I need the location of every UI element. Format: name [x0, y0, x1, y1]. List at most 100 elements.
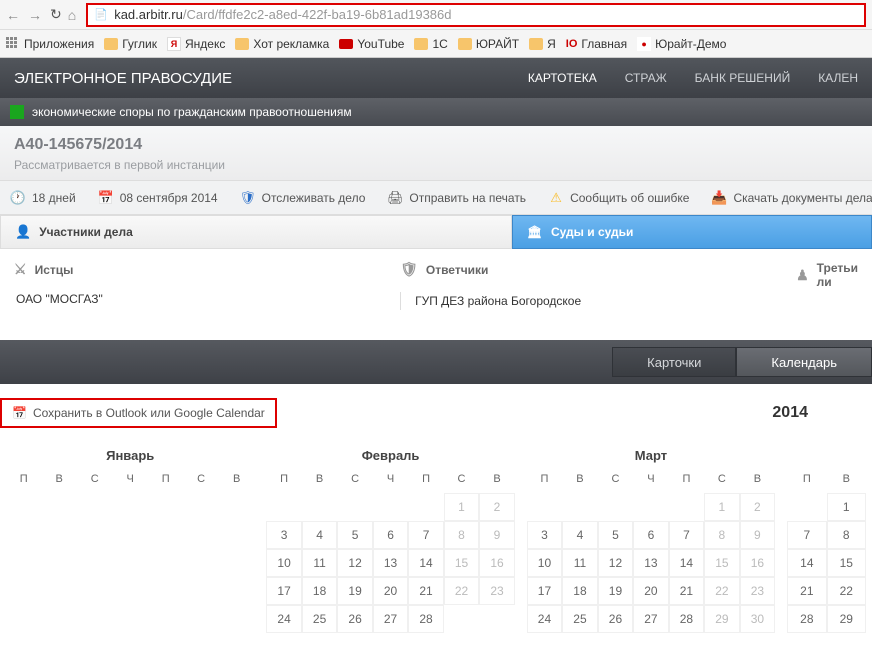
day-cell[interactable]: 17 [527, 577, 562, 605]
day-cell[interactable]: 24 [527, 605, 562, 633]
day-cell[interactable]: 3 [266, 521, 301, 549]
day-cell[interactable]: 9 [740, 521, 775, 549]
day-cell[interactable]: 24 [266, 605, 301, 633]
bookmark-yandex[interactable]: ЯЯндекс [167, 37, 225, 51]
day-cell[interactable]: 6 [633, 521, 668, 549]
bookmark-ya[interactable]: Я [529, 37, 556, 51]
day-cell[interactable]: 4 [562, 521, 597, 549]
day-cell[interactable]: 9 [479, 521, 514, 549]
bookmark-1c[interactable]: 1С [414, 37, 447, 51]
day-cell[interactable]: 22 [444, 577, 479, 605]
day-cell[interactable]: 28 [408, 605, 443, 633]
day-cell[interactable]: 19 [337, 577, 372, 605]
menu-bank[interactable]: БАНК РЕШЕНИЙ [695, 71, 791, 85]
action-print[interactable]: 🖨Отправить на печать [387, 190, 526, 206]
action-error[interactable]: ⚠Сообщить об ошибке [548, 190, 689, 206]
day-cell[interactable]: 15 [704, 549, 739, 577]
address-bar[interactable]: 📄 kad.arbitr.ru/Card/ffdfe2c2-a8ed-422f-… [86, 3, 866, 27]
day-cell[interactable]: 7 [669, 521, 704, 549]
day-cell[interactable]: 26 [337, 605, 372, 633]
day-cell[interactable]: 5 [598, 521, 633, 549]
day-cell[interactable]: 7 [408, 521, 443, 549]
day-cell [112, 605, 147, 633]
day-cell[interactable]: 25 [302, 605, 337, 633]
day-cell[interactable]: 8 [704, 521, 739, 549]
bookmark-main[interactable]: IOГлавная [566, 37, 627, 51]
bookmark-urait-demo[interactable]: ●Юрайт-Демо [637, 37, 726, 51]
day-cell[interactable]: 15 [444, 549, 479, 577]
day-cell[interactable]: 23 [479, 577, 514, 605]
bookmark-youtube[interactable]: YouTube [339, 37, 404, 51]
action-download[interactable]: 📥Скачать документы дела [711, 190, 872, 206]
day-cell[interactable]: 13 [373, 549, 408, 577]
day-cell[interactable]: 3 [527, 521, 562, 549]
day-cell[interactable]: 20 [373, 577, 408, 605]
day-cell[interactable]: 21 [787, 577, 826, 605]
day-cell[interactable]: 25 [562, 605, 597, 633]
day-cell[interactable]: 30 [740, 605, 775, 633]
day-cell[interactable]: 4 [302, 521, 337, 549]
day-cell[interactable]: 17 [266, 577, 301, 605]
day-cell[interactable]: 28 [787, 605, 826, 633]
day-cell[interactable]: 11 [562, 549, 597, 577]
day-cell[interactable]: 14 [669, 549, 704, 577]
defendant-name[interactable]: ГУП ДЕЗ района Богородское [400, 292, 768, 310]
day-cell[interactable]: 12 [598, 549, 633, 577]
day-cell[interactable]: 11 [302, 549, 337, 577]
tab-courts[interactable]: 🏛 Суды и судьи [512, 215, 872, 249]
action-track[interactable]: 🛡Отслеживать дело [240, 190, 366, 206]
day-cell[interactable]: 2 [479, 493, 514, 521]
day-cell[interactable]: 29 [827, 605, 866, 633]
day-cell[interactable]: 27 [633, 605, 668, 633]
viewtab-calendar[interactable]: Календарь [736, 347, 872, 377]
day-cell[interactable]: 1 [704, 493, 739, 521]
bookmark-hot[interactable]: Хот рекламка [235, 37, 329, 51]
day-cell[interactable]: 23 [740, 577, 775, 605]
day-cell[interactable]: 26 [598, 605, 633, 633]
day-cell [6, 605, 41, 633]
reload-icon[interactable]: ↻ [50, 6, 62, 23]
menu-strazh[interactable]: СТРАЖ [625, 71, 667, 85]
day-cell[interactable]: 14 [408, 549, 443, 577]
day-cell[interactable]: 5 [337, 521, 372, 549]
day-cell[interactable]: 10 [527, 549, 562, 577]
viewtab-cards[interactable]: Карточки [612, 347, 736, 377]
day-cell[interactable]: 29 [704, 605, 739, 633]
day-cell[interactable]: 16 [740, 549, 775, 577]
day-cell[interactable]: 15 [827, 549, 866, 577]
day-cell[interactable]: 18 [302, 577, 337, 605]
day-cell[interactable]: 6 [373, 521, 408, 549]
day-cell[interactable]: 21 [669, 577, 704, 605]
day-cell[interactable]: 1 [444, 493, 479, 521]
day-cell[interactable]: 1 [827, 493, 866, 521]
menu-kalen[interactable]: КАЛЕН [818, 71, 858, 85]
home-icon[interactable]: ⌂ [68, 7, 76, 23]
day-cell[interactable]: 28 [669, 605, 704, 633]
day-cell[interactable]: 2 [740, 493, 775, 521]
menu-kartoteka[interactable]: КАРТОТЕКА [528, 71, 597, 85]
day-cell[interactable]: 13 [633, 549, 668, 577]
day-cell[interactable]: 22 [827, 577, 866, 605]
tab-participants[interactable]: 👤 Участники дела [0, 215, 512, 249]
save-calendar-button[interactable]: 📅 Сохранить в Outlook или Google Calenda… [0, 398, 277, 428]
day-cell[interactable]: 16 [479, 549, 514, 577]
day-cell[interactable]: 8 [444, 521, 479, 549]
bookmark-guglik[interactable]: Гуглик [104, 37, 157, 51]
forward-icon[interactable]: → [28, 7, 44, 23]
day-cell[interactable]: 8 [827, 521, 866, 549]
day-cell[interactable]: 21 [408, 577, 443, 605]
day-cell[interactable]: 7 [787, 521, 826, 549]
day-cell[interactable]: 12 [337, 549, 372, 577]
day-cell[interactable]: 20 [633, 577, 668, 605]
day-cell[interactable]: 10 [266, 549, 301, 577]
day-cell[interactable]: 18 [562, 577, 597, 605]
plaintiff-name[interactable]: ОАО "МОСГАЗ" [14, 292, 372, 306]
day-cell[interactable]: 14 [787, 549, 826, 577]
apps-button[interactable]: Приложения [6, 37, 94, 51]
back-icon[interactable]: ← [6, 7, 22, 23]
day-cell[interactable]: 22 [704, 577, 739, 605]
day-cell[interactable]: 27 [373, 605, 408, 633]
day-cell[interactable]: 19 [598, 577, 633, 605]
bookmark-urait[interactable]: ЮРАЙТ [458, 37, 519, 51]
day-cell [219, 549, 254, 577]
